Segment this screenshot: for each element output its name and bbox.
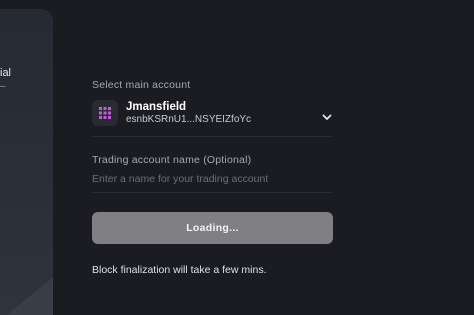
finalization-note: Block finalization will take a few mins. (92, 264, 267, 276)
trading-name-group: Trading account name (Optional) (92, 153, 333, 193)
side-panel (0, 9, 53, 315)
page: ial – Select main account Jmansfield esn… (0, 0, 474, 315)
side-panel-text-line1: ial (0, 67, 12, 79)
side-panel-text: ial – (0, 66, 11, 94)
account-name: Jmansfield (126, 101, 187, 113)
grid-dots-icon (99, 107, 111, 119)
side-panel-decoration (0, 269, 53, 315)
main-account-selector[interactable]: Jmansfield esnbKSRnU1...NSYEIZfoYc (92, 98, 333, 137)
side-panel-text-line2: – (0, 81, 6, 92)
chevron-down-icon[interactable] (321, 111, 333, 123)
account-address: esnbKSRnU1...NSYEIZfoYc (126, 114, 252, 125)
loading-button[interactable]: Loading... (92, 212, 333, 244)
create-trading-account-form: Select main account Jmansfield esnbKSRnU… (92, 78, 333, 277)
trading-name-label: Trading account name (Optional) (92, 154, 252, 166)
account-avatar (92, 100, 118, 126)
trading-name-input[interactable] (92, 172, 333, 193)
main-account-label: Select main account (92, 79, 191, 91)
